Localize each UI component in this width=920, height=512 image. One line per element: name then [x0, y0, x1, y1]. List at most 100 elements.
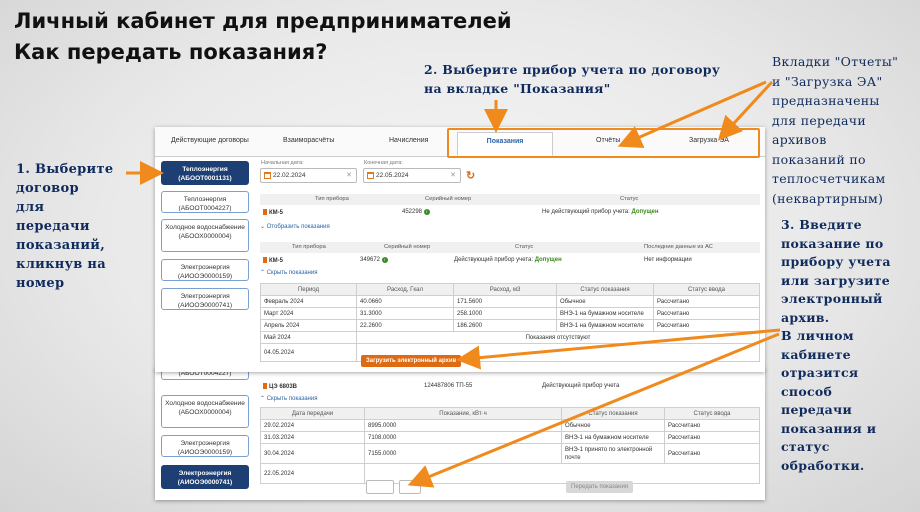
- end-date-label: Конечная дата:: [364, 160, 403, 166]
- note-line: номер: [16, 276, 65, 291]
- note-line: Вкладки "Отчеты": [772, 54, 899, 69]
- table-cell: Апрель 2024: [260, 319, 357, 332]
- table-header-row: Период Расход, Гкал Расход, м3 Статус по…: [260, 283, 760, 296]
- tab-charges[interactable]: Начисления: [389, 137, 428, 144]
- readings-screenshot: Действующие договоры Взаиморасчёты Начис…: [155, 127, 765, 372]
- table-cell: Рассчитано: [664, 431, 760, 444]
- tab-settlements[interactable]: Взаиморасчёты: [283, 137, 334, 144]
- hide-readings-link[interactable]: ⌃ Скрыть показания: [260, 269, 317, 276]
- note-line: на вкладке "Показания": [424, 81, 611, 96]
- column-header: Статус показания: [556, 283, 654, 296]
- reading-input[interactable]: [399, 480, 421, 494]
- table-cell: Обычное: [556, 295, 654, 308]
- meter-icon: [263, 209, 267, 215]
- table-cell: Май 2024: [260, 331, 357, 344]
- table-cell: 40.0660: [356, 295, 454, 308]
- device-type: ЦЭ 6803В: [263, 383, 297, 390]
- contract-button[interactable]: Холодное водоснабжение (АБООХ0000004): [161, 219, 249, 252]
- contract-number: (АИООЭ0000741): [177, 479, 233, 486]
- column-header: Статус ввода: [653, 283, 760, 296]
- readings-table: Период Расход, Гкал Расход, м3 Статус по…: [260, 283, 760, 362]
- contract-button-selected[interactable]: Теплоэнергия (АБООТ0001131): [161, 161, 249, 185]
- table-cell: 258.1000: [453, 307, 557, 320]
- note-line: отразится: [781, 365, 859, 380]
- calendar-icon: [264, 172, 271, 179]
- table-cell: 7155.0000: [364, 443, 562, 464]
- note-line: для: [16, 200, 45, 215]
- contract-button[interactable]: Электроэнергия (АИООЭ0000741): [161, 288, 249, 310]
- device-row[interactable]: КМ-5 349672 i Действующий прибор учета: …: [260, 257, 760, 267]
- table-cell: Рассчитано: [653, 319, 760, 332]
- note-line: кликнув на: [16, 257, 106, 272]
- table-row: 29.02.2024 8995.0000 Обычное Рассчитано: [260, 419, 760, 432]
- device-serial: 349672 i: [360, 257, 388, 263]
- column-header: Статус: [515, 244, 534, 250]
- contract-name: Холодное водоснабжение: [165, 400, 245, 407]
- table-cell: Рассчитано: [653, 307, 760, 320]
- table-cell: Обычное: [561, 419, 665, 432]
- device-serial: 452298 i: [402, 209, 430, 215]
- contract-number: (АИООЭ0000159): [177, 449, 233, 456]
- table-cell: ВНЭ-1 на бумажном носителе: [556, 319, 654, 332]
- table-cell: Рассчитано: [664, 419, 760, 432]
- contract-number: (АИООЭ0000159): [177, 273, 233, 280]
- table-row: 04.05.2024: [260, 343, 760, 362]
- reading-input[interactable]: [366, 480, 394, 494]
- note-line: обработки.: [781, 457, 865, 473]
- device-status: Действующий прибор учета: Допущен: [454, 257, 562, 263]
- tabs-highlight-frame: [447, 128, 760, 158]
- table-cell: 8995.0000: [364, 419, 562, 432]
- contract-button[interactable]: Теплоэнергия (АБООТ0004227): [161, 191, 249, 213]
- column-header: Период: [260, 283, 357, 296]
- note-line: договор: [16, 181, 79, 196]
- column-header: Серийный номер: [384, 244, 431, 250]
- contract-name: Электроэнергия: [180, 440, 230, 447]
- table-header-row: Дата передачи Показание, кВт·ч Статус по…: [260, 407, 760, 420]
- column-header: Тип прибора: [315, 196, 349, 202]
- table-cell: Рассчитано: [653, 295, 760, 308]
- table-cell: 186.2600: [453, 319, 557, 332]
- show-readings-link[interactable]: ⌄ Отобразить показания: [260, 223, 330, 230]
- meter-icon: [263, 383, 267, 389]
- contract-number: (АБООТ0004227): [178, 205, 232, 212]
- table-cell: Рассчитано: [664, 443, 760, 464]
- end-date-input[interactable]: 22.05.2024 ✕: [363, 168, 461, 183]
- column-header: Дата передачи: [260, 407, 365, 420]
- table-cell: 04.05.2024: [260, 343, 357, 362]
- table-cell: 29.02.2024: [260, 419, 365, 432]
- device-table-header: Тип прибора Серийный номер Статус Послед…: [260, 242, 760, 253]
- table-cell: Март 2024: [260, 307, 357, 320]
- device-row[interactable]: ЦЭ 6803В 124487806 ТП-55 Действующий при…: [260, 383, 760, 393]
- contract-button[interactable]: Электроэнергия (АИООЭ0000159): [161, 435, 249, 457]
- contract-button-selected[interactable]: Электроэнергия (АИООЭ0000741): [161, 465, 249, 489]
- device-row[interactable]: КМ-5 452298 i Не действующий прибор учет…: [260, 209, 760, 219]
- contract-button[interactable]: Электроэнергия (АИООЭ0000159): [161, 259, 249, 281]
- submit-readings-button[interactable]: Передать показания: [566, 481, 634, 493]
- table-row: Май 2024 Показания отсутствуют: [260, 331, 760, 344]
- info-icon: i: [381, 257, 388, 263]
- upload-archive-button[interactable]: Загрузить электронный архив: [361, 355, 462, 367]
- column-header: Расход, м3: [453, 283, 557, 296]
- refresh-icon[interactable]: ↻: [466, 169, 475, 182]
- column-header: Тип прибора: [292, 244, 326, 250]
- contract-name: Электроэнергия: [180, 293, 230, 300]
- clear-icon[interactable]: ✕: [346, 169, 352, 182]
- column-header: Статус: [620, 196, 639, 202]
- device-type: КМ-5: [263, 257, 283, 264]
- contract-name: Теплоэнергия: [182, 166, 228, 173]
- step1-note: 1. Выберите договор для передачи показан…: [16, 160, 113, 293]
- note-line: архив.: [781, 309, 830, 325]
- clear-icon[interactable]: ✕: [450, 169, 456, 182]
- note-line: предназначены: [772, 93, 880, 108]
- end-date-value: 22.05.2024: [376, 172, 409, 179]
- table-row: Март 2024 31.3000 258.1000 ВНЭ-1 на бума…: [260, 307, 760, 320]
- tab-contracts[interactable]: Действующие договоры: [171, 137, 249, 144]
- device-type: КМ-5: [263, 209, 283, 216]
- contract-button[interactable]: Холодное водоснабжение (АБООХ0000004): [161, 395, 249, 428]
- column-header: Показание, кВт·ч: [364, 407, 562, 420]
- table-row: 22.05.2024: [260, 463, 760, 484]
- hide-readings-link[interactable]: ⌃ Скрыть показания: [260, 395, 317, 402]
- tabs-note: Вкладки "Отчеты" и "Загрузка ЭА" предназ…: [772, 52, 898, 208]
- device-serial: 124487806 ТП-55: [424, 383, 473, 389]
- start-date-input[interactable]: 22.02.2024 ✕: [260, 168, 357, 183]
